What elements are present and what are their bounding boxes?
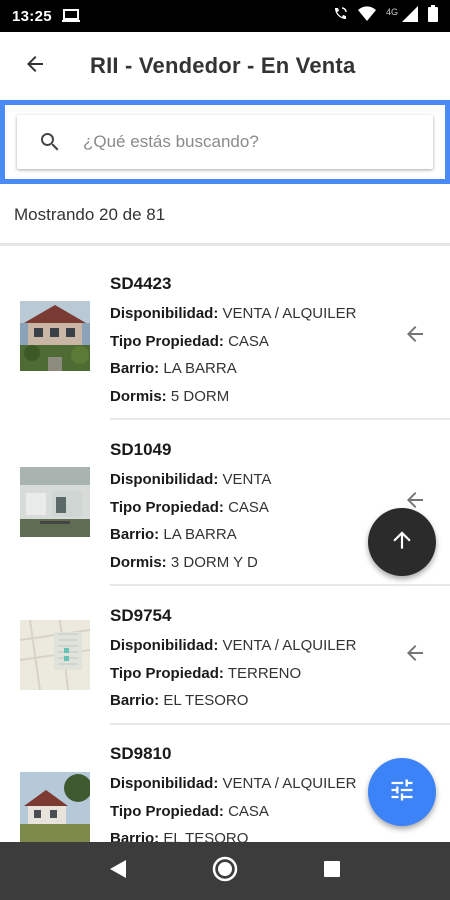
field-value: CASA: [228, 332, 269, 350]
search-icon: [17, 130, 83, 154]
listing-field: Dormis: 5 DORM: [110, 383, 390, 411]
property-thumbnail: [20, 301, 90, 371]
arrow-back-icon: [23, 52, 47, 81]
listing-code: SD1049: [110, 440, 172, 459]
field-label: Barrio:: [110, 830, 160, 842]
field-value: CASA: [228, 498, 269, 516]
listing-field: Barrio: EL TESORO: [110, 687, 390, 715]
field-value: 3 DORM Y D: [170, 553, 258, 571]
field-label: Disponibilidad:: [110, 471, 219, 488]
filter-button[interactable]: [368, 758, 436, 826]
network-type: 4G: [385, 7, 398, 17]
listing-field: Barrio: LA BARRA: [110, 355, 390, 383]
laptop-icon: [61, 9, 80, 23]
field-value: LA BARRA: [163, 526, 237, 543]
field-value: 5 DORM: [170, 387, 230, 405]
field-label: Tipo Propiedad:: [110, 802, 224, 820]
field-value: EL TESORO: [163, 830, 249, 842]
listing-field: Tipo Propiedad: CASA: [110, 328, 390, 356]
search-container: [0, 100, 450, 184]
listing-details: SD9810 Disponibilidad: VENTA / ALQUILER …: [110, 742, 390, 842]
app-bar: RII - Vendedor - En Venta: [0, 32, 450, 100]
field-value: EL TESORO: [163, 692, 249, 709]
listing-field: Barrio: EL TESORO: [110, 825, 390, 842]
nav-home-icon: [211, 855, 239, 888]
listing-field: Disponibilidad: VENTA / ALQUILER: [110, 300, 390, 328]
search-input[interactable]: [83, 132, 433, 152]
property-thumbnail: [20, 467, 90, 537]
field-label: Disponibilidad:: [110, 637, 219, 654]
listing-code: SD9810: [110, 744, 172, 763]
listing-field: Tipo Propiedad: CASA: [110, 494, 390, 522]
listing-field: Disponibilidad: VENTA / ALQUILER: [110, 770, 390, 798]
status-icons: 4G: [332, 5, 438, 27]
field-label: Dormis:: [110, 387, 167, 405]
listing-field: Barrio: LA BARRA: [110, 521, 390, 549]
field-value: LA BARRA: [163, 360, 237, 377]
field-label: Disponibilidad:: [110, 775, 219, 792]
open-listing-button[interactable]: [398, 638, 432, 672]
nav-back-icon: [108, 858, 128, 885]
open-listing-button[interactable]: [398, 319, 432, 353]
field-label: Tipo Propiedad:: [110, 664, 224, 682]
listing-field: Disponibilidad: VENTA: [110, 466, 390, 494]
nav-back-button[interactable]: [93, 846, 143, 896]
listing-details: SD1049 Disponibilidad: VENTA Tipo Propie…: [110, 438, 390, 576]
wifi-calling-icon: [332, 6, 348, 27]
item-divider: [110, 584, 450, 586]
listing-code: SD4423: [110, 274, 172, 293]
listing-field: Tipo Propiedad: TERRENO: [110, 660, 390, 688]
arrow-left-icon: [403, 322, 427, 351]
listing-details: SD9754 Disponibilidad: VENTA / ALQUILER …: [110, 604, 390, 715]
list-item[interactable]: SD4423 Disponibilidad: VENTA / ALQUILER …: [0, 260, 450, 420]
field-label: Tipo Propiedad:: [110, 332, 224, 350]
property-thumbnail: [20, 620, 90, 690]
scroll-to-top-button[interactable]: [368, 508, 436, 576]
divider: [0, 243, 450, 246]
back-button[interactable]: [0, 32, 70, 100]
field-value: VENTA: [222, 471, 272, 488]
field-label: Tipo Propiedad:: [110, 498, 224, 516]
status-bar: 13:25 4G: [0, 0, 450, 32]
field-label: Dormis:: [110, 553, 167, 571]
item-divider: [110, 723, 450, 725]
field-value: VENTA / ALQUILER: [222, 637, 357, 654]
page-title: RII - Vendedor - En Venta: [90, 53, 356, 78]
arrow-up-icon: [389, 527, 415, 558]
item-divider: [110, 418, 450, 420]
field-label: Barrio:: [110, 360, 160, 377]
listing-field: Dormis: 3 DORM Y D: [110, 549, 390, 577]
listing-field: Disponibilidad: VENTA / ALQUILER: [110, 632, 390, 660]
field-value: TERRENO: [227, 664, 302, 682]
nav-recents-button[interactable]: [307, 846, 357, 896]
arrow-left-icon: [403, 641, 427, 670]
search-box[interactable]: [17, 115, 433, 169]
property-thumbnail: [20, 772, 90, 842]
nav-home-button[interactable]: [200, 846, 250, 896]
listing-details: SD4423 Disponibilidad: VENTA / ALQUILER …: [110, 272, 390, 410]
field-label: Disponibilidad:: [110, 305, 219, 322]
field-label: Barrio:: [110, 692, 160, 709]
wifi-icon: [357, 6, 376, 26]
listing-code: SD9754: [110, 606, 172, 625]
system-nav-bar: [0, 842, 450, 900]
field-value: VENTA / ALQUILER: [222, 305, 357, 322]
tune-icon: [388, 776, 416, 809]
list-item[interactable]: SD9754 Disponibilidad: VENTA / ALQUILER …: [0, 592, 450, 726]
battery-icon: [428, 5, 438, 27]
listing-field: Tipo Propiedad: CASA: [110, 798, 390, 826]
status-time: 13:25: [12, 7, 52, 25]
field-value: VENTA / ALQUILER: [222, 775, 357, 792]
field-label: Barrio:: [110, 526, 160, 543]
nav-recents-icon: [322, 859, 342, 884]
field-value: CASA: [228, 802, 269, 820]
results-count: Mostrando 20 de 81: [14, 205, 166, 224]
signal-icon: [402, 5, 418, 27]
